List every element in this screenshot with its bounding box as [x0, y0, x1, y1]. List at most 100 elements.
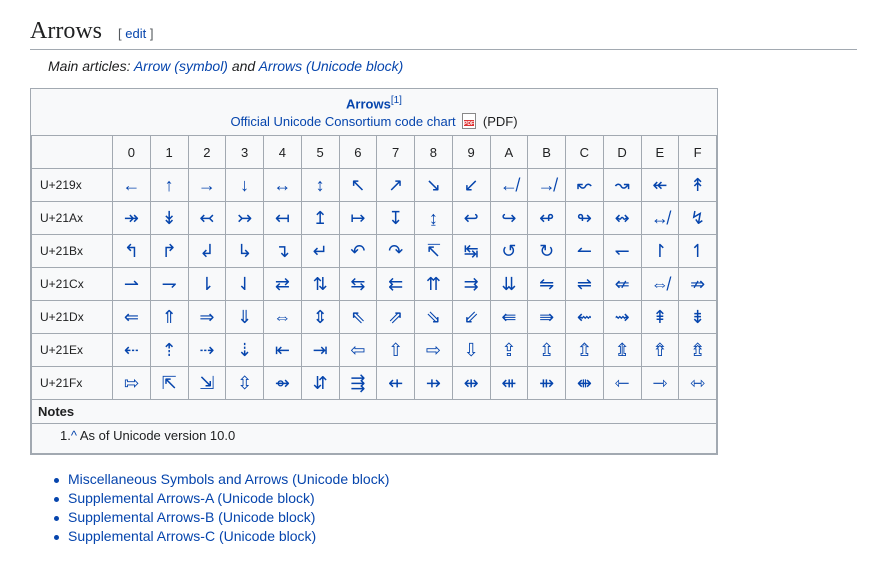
glyph-cell[interactable]: ⇡ [150, 334, 188, 367]
glyph-cell[interactable]: ⇙ [452, 301, 490, 334]
glyph-cell[interactable]: ⇃ [226, 268, 264, 301]
glyph-cell[interactable]: ⇐ [113, 301, 151, 334]
glyph-cell[interactable]: ↳ [226, 235, 264, 268]
glyph-cell[interactable]: ⇣ [226, 334, 264, 367]
glyph-cell[interactable]: ↮ [641, 202, 679, 235]
glyph-cell[interactable]: ⇭ [603, 334, 641, 367]
glyph-cell[interactable]: ↦ [339, 202, 377, 235]
official-chart-link[interactable]: Official Unicode Consortium code chart [230, 114, 455, 129]
glyph-cell[interactable]: ↗ [377, 169, 415, 202]
glyph-cell[interactable]: ⇝ [603, 301, 641, 334]
glyph-cell[interactable]: ⇻ [528, 367, 566, 400]
glyph-cell[interactable]: ⇬ [566, 334, 604, 367]
glyph-cell[interactable]: ⇇ [377, 268, 415, 301]
glyph-cell[interactable]: ⇗ [377, 301, 415, 334]
glyph-cell[interactable]: ⇉ [452, 268, 490, 301]
glyph-cell[interactable]: ↫ [528, 202, 566, 235]
glyph-cell[interactable]: ↜ [566, 169, 604, 202]
glyph-cell[interactable]: ⇩ [452, 334, 490, 367]
glyph-cell[interactable]: ⇑ [150, 301, 188, 334]
glyph-cell[interactable]: ↓ [226, 169, 264, 202]
glyph-cell[interactable]: ↧ [377, 202, 415, 235]
glyph-cell[interactable]: ⇚ [490, 301, 528, 334]
glyph-cell[interactable]: ↛ [528, 169, 566, 202]
glyph-cell[interactable]: ↩ [452, 202, 490, 235]
glyph-cell[interactable]: ⇋ [528, 268, 566, 301]
glyph-cell[interactable]: ↹ [452, 235, 490, 268]
glyph-cell[interactable]: ⇒ [188, 301, 226, 334]
edit-link[interactable]: edit [125, 26, 146, 41]
glyph-cell[interactable]: ⇨ [415, 334, 453, 367]
glyph-cell[interactable]: ⇓ [226, 301, 264, 334]
glyph-cell[interactable]: ↡ [150, 202, 188, 235]
glyph-cell[interactable]: ⇎ [641, 268, 679, 301]
glyph-cell[interactable]: ↢ [188, 202, 226, 235]
glyph-cell[interactable]: ↰ [113, 235, 151, 268]
glyph-cell[interactable]: ⇏ [679, 268, 717, 301]
glyph-cell[interactable]: ↔ [264, 169, 302, 202]
glyph-cell[interactable]: ⇳ [226, 367, 264, 400]
glyph-cell[interactable]: ↷ [377, 235, 415, 268]
glyph-cell[interactable]: ↬ [566, 202, 604, 235]
chart-title-link[interactable]: Arrows [346, 96, 391, 111]
glyph-cell[interactable]: ↠ [113, 202, 151, 235]
glyph-cell[interactable]: ⇆ [339, 268, 377, 301]
glyph-cell[interactable]: ↘ [415, 169, 453, 202]
glyph-cell[interactable]: ⇂ [188, 268, 226, 301]
glyph-cell[interactable]: ↙ [452, 169, 490, 202]
glyph-cell[interactable]: ⇴ [264, 367, 302, 400]
glyph-cell[interactable]: → [188, 169, 226, 202]
see-also-link[interactable]: Supplemental Arrows-B (Unicode block) [68, 509, 315, 525]
glyph-cell[interactable]: ↭ [603, 202, 641, 235]
chart-footnote-ref[interactable]: [1] [391, 95, 402, 106]
glyph-cell[interactable]: ↾ [641, 235, 679, 268]
main-article-link-1[interactable]: Arrow (symbol) [134, 58, 228, 74]
glyph-cell[interactable]: ⇢ [188, 334, 226, 367]
glyph-cell[interactable]: ↑ [150, 169, 188, 202]
glyph-cell[interactable]: ↖ [339, 169, 377, 202]
glyph-cell[interactable]: ⇽ [603, 367, 641, 400]
glyph-cell[interactable]: ⇦ [339, 334, 377, 367]
glyph-cell[interactable]: ⇯ [679, 334, 717, 367]
glyph-cell[interactable]: ⇱ [150, 367, 188, 400]
glyph-cell[interactable]: ⇵ [301, 367, 339, 400]
glyph-cell[interactable]: ↼ [566, 235, 604, 268]
glyph-cell[interactable]: ⇍ [603, 268, 641, 301]
see-also-link[interactable]: Supplemental Arrows-A (Unicode block) [68, 490, 315, 506]
glyph-cell[interactable]: ↚ [490, 169, 528, 202]
glyph-cell[interactable]: ↪ [490, 202, 528, 235]
glyph-cell[interactable]: ⇷ [377, 367, 415, 400]
glyph-cell[interactable]: ⇈ [415, 268, 453, 301]
glyph-cell[interactable]: ↟ [679, 169, 717, 202]
glyph-cell[interactable]: ⇮ [641, 334, 679, 367]
glyph-cell[interactable]: ↱ [150, 235, 188, 268]
glyph-cell[interactable]: ⇸ [415, 367, 453, 400]
glyph-cell[interactable]: ↲ [188, 235, 226, 268]
glyph-cell[interactable]: ⇜ [566, 301, 604, 334]
glyph-cell[interactable]: ↣ [226, 202, 264, 235]
glyph-cell[interactable]: ↻ [528, 235, 566, 268]
glyph-cell[interactable]: ⇔ [264, 301, 302, 334]
glyph-cell[interactable]: ↞ [641, 169, 679, 202]
glyph-cell[interactable]: ⇖ [339, 301, 377, 334]
glyph-cell[interactable]: ⇾ [641, 367, 679, 400]
glyph-cell[interactable]: ⇀ [113, 268, 151, 301]
glyph-cell[interactable]: ⇼ [566, 367, 604, 400]
see-also-link[interactable]: Supplemental Arrows-C (Unicode block) [68, 528, 316, 544]
glyph-cell[interactable]: ⇥ [301, 334, 339, 367]
glyph-cell[interactable]: ⇿ [679, 367, 717, 400]
glyph-cell[interactable]: ⇄ [264, 268, 302, 301]
glyph-cell[interactable]: ↤ [264, 202, 302, 235]
glyph-cell[interactable]: ↕ [301, 169, 339, 202]
glyph-cell[interactable]: ← [113, 169, 151, 202]
glyph-cell[interactable]: ↽ [603, 235, 641, 268]
see-also-link[interactable]: Miscellaneous Symbols and Arrows (Unicod… [68, 471, 389, 487]
glyph-cell[interactable]: ⇠ [113, 334, 151, 367]
glyph-cell[interactable]: ↿ [679, 235, 717, 268]
main-article-link-2[interactable]: Arrows (Unicode block) [259, 58, 404, 74]
glyph-cell[interactable]: ↶ [339, 235, 377, 268]
glyph-cell[interactable]: ⇺ [490, 367, 528, 400]
glyph-cell[interactable]: ⇕ [301, 301, 339, 334]
glyph-cell[interactable]: ⇧ [377, 334, 415, 367]
glyph-cell[interactable]: ⇤ [264, 334, 302, 367]
